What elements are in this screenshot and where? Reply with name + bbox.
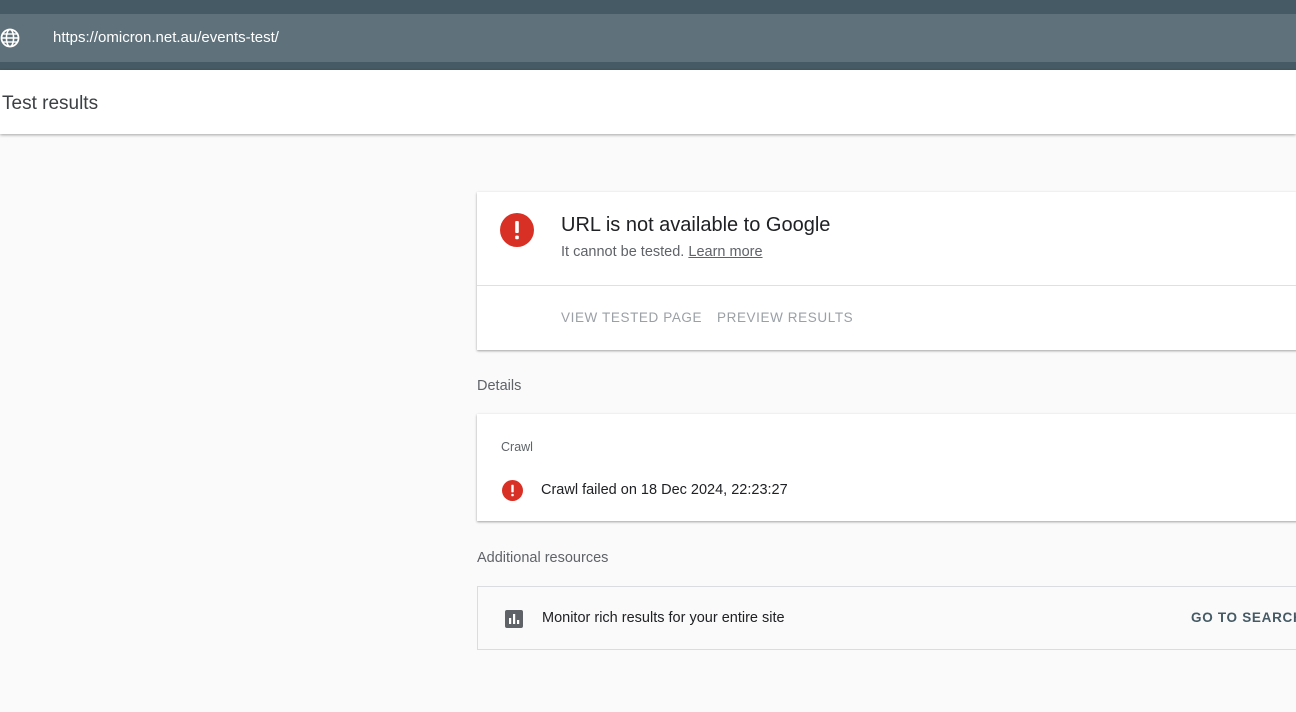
summary-subtitle: It cannot be tested. Learn more — [561, 242, 763, 262]
summary-title: URL is not available to Google — [561, 214, 831, 236]
preview-results-button[interactable]: PREVIEW RESULTS — [717, 307, 853, 329]
divider — [477, 285, 1296, 286]
error-icon — [500, 213, 534, 247]
address-bar[interactable]: https://omicron.net.au/events-test/ — [0, 14, 1296, 62]
resource-item: Monitor rich results for your entire sit… — [477, 586, 1296, 650]
url-text[interactable]: https://omicron.net.au/events-test/ — [53, 27, 279, 49]
page-title: Test results — [2, 93, 99, 114]
summary-card: URL is not available to Google It cannot… — [477, 192, 1296, 350]
crawl-card: Crawl Crawl failed on 18 Dec 2024, 22:23… — [477, 414, 1296, 521]
address-bar-bottom-strip — [0, 62, 1296, 70]
summary-subtitle-text: It cannot be tested. — [561, 244, 685, 260]
details-section-label: Details — [477, 378, 522, 394]
view-tested-page-button[interactable]: VIEW TESTED PAGE — [561, 307, 702, 329]
top-strip — [0, 0, 1296, 14]
crawl-status-text: Crawl failed on 18 Dec 2024, 22:23:27 — [541, 482, 788, 498]
bar-chart-icon — [505, 610, 523, 628]
error-icon — [502, 480, 523, 501]
crawl-heading: Crawl — [501, 440, 533, 454]
learn-more-link[interactable]: Learn more — [688, 244, 762, 260]
resource-item-text: Monitor rich results for your entire sit… — [542, 610, 785, 626]
additional-resources-label: Additional resources — [477, 550, 609, 566]
go-to-search-button[interactable]: GO TO SEARCH — [1191, 608, 1296, 628]
page-header: Test results — [0, 70, 1296, 134]
globe-icon — [0, 28, 20, 48]
